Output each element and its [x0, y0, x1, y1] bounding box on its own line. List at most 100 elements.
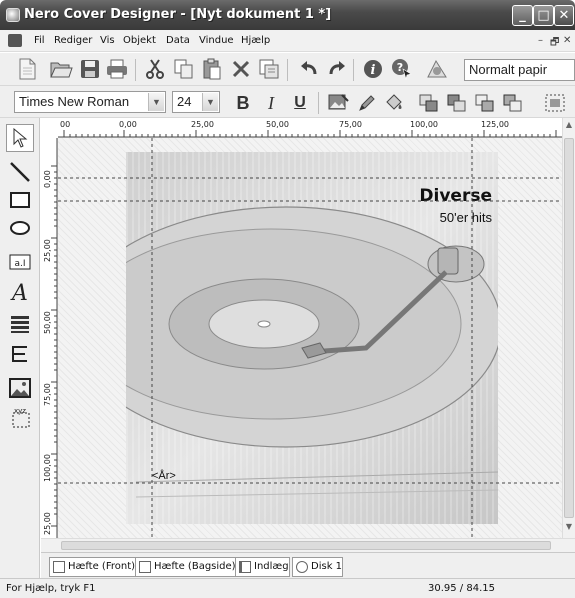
properties-icon[interactable]	[256, 56, 282, 82]
status-bar: For Hjælp, tryk F1 30.95 / 84.15	[0, 578, 575, 598]
ruler-label: 100,00	[43, 454, 52, 482]
mdi-restore-button[interactable]: 🗗	[550, 35, 559, 52]
toolbar-separator	[287, 59, 288, 81]
design-canvas[interactable]: Diverse 50'er hits <År>	[58, 138, 562, 538]
inlay-icon	[239, 561, 251, 573]
svg-text:A: A	[10, 281, 28, 303]
tab-label: Indlæg	[254, 561, 289, 572]
status-help-text: For Hjælp, tryk F1	[6, 583, 96, 594]
disc-icon	[296, 561, 308, 573]
document-menu-icon[interactable]	[8, 34, 22, 47]
redo-icon[interactable]	[324, 56, 350, 82]
tab-inlay[interactable]: Indlæg	[235, 557, 290, 577]
ruler-label: 25,00	[43, 512, 52, 535]
page-icon	[53, 561, 65, 573]
artistic-text-tool-icon[interactable]: A	[6, 278, 34, 306]
field-tool-icon[interactable]: xyz	[6, 404, 34, 432]
save-icon[interactable]	[77, 56, 103, 82]
scroll-up-icon[interactable]: ▲	[564, 120, 574, 130]
cover-part-tabs: Hæfte (Front) Hæfte (Bagside) Indlæg Dis…	[41, 552, 575, 578]
vertical-scroll-thumb[interactable]	[564, 138, 574, 518]
info-icon[interactable]: i	[360, 56, 386, 82]
svg-text:i: i	[371, 63, 376, 78]
cover-artwork[interactable]: Diverse 50'er hits <År>	[126, 152, 498, 524]
horizontal-scroll-thumb[interactable]	[61, 541, 551, 550]
menu-objekt[interactable]: Objekt	[123, 35, 156, 46]
close-button[interactable]: ✕	[554, 5, 574, 26]
delete-icon[interactable]	[228, 56, 254, 82]
fill-bucket-icon[interactable]	[381, 90, 407, 116]
tab-disc-1[interactable]: Disk 1	[292, 557, 344, 577]
cover-subtitle[interactable]: 50'er hits	[440, 210, 492, 225]
menu-hjaelp[interactable]: Hjælp	[241, 35, 270, 46]
standard-toolbar: i ? Normalt papir	[0, 53, 575, 86]
menu-data[interactable]: Data	[166, 35, 190, 46]
ruler-label: 25,00	[191, 120, 214, 129]
image-edit-icon[interactable]	[326, 90, 352, 116]
help-pointer-icon[interactable]: ?	[389, 56, 415, 82]
bold-button[interactable]: B	[231, 91, 255, 115]
font-family-select[interactable]: Times New Roman ▼	[14, 91, 166, 113]
paste-icon[interactable]	[199, 56, 225, 82]
chevron-down-icon[interactable]: ▼	[148, 93, 164, 111]
open-folder-icon[interactable]	[48, 56, 74, 82]
menu-fil[interactable]: Fil	[34, 35, 45, 46]
ruler-label: 75,00	[339, 120, 362, 129]
undo-icon[interactable]	[296, 56, 322, 82]
italic-button[interactable]: I	[259, 91, 283, 115]
send-backward-icon[interactable]	[500, 90, 526, 116]
ruler-label: 50,00	[43, 311, 52, 334]
nero-app-icon[interactable]	[6, 8, 20, 22]
font-family-value: Times New Roman	[19, 94, 130, 109]
cut-icon[interactable]	[142, 56, 168, 82]
mdi-minimize-button[interactable]: –	[538, 35, 543, 46]
paper-type-select[interactable]: Normalt papir	[464, 59, 575, 81]
pencil-icon[interactable]	[354, 90, 380, 116]
horizontal-scrollbar[interactable]	[41, 538, 575, 552]
menu-rediger[interactable]: Rediger	[54, 35, 92, 46]
scroll-down-icon[interactable]: ▼	[564, 522, 574, 532]
svg-text:?: ?	[397, 61, 403, 74]
line-tool-icon[interactable]	[6, 158, 34, 186]
turntable-image	[126, 152, 498, 524]
page-icon	[139, 561, 151, 573]
horizontal-ruler: 00 0,00 25,00 50,00 75,00 100,00 125,00	[58, 118, 562, 138]
ruler-label: 125,00	[481, 120, 509, 129]
chevron-down-icon[interactable]: ▼	[202, 93, 218, 111]
ruler-label: 50,00	[266, 120, 289, 129]
underline-button[interactable]: U	[288, 91, 312, 115]
svg-text:a.I: a.I	[14, 259, 25, 269]
mdi-close-button[interactable]: ✕	[563, 35, 571, 46]
tab-booklet-front[interactable]: Hæfte (Front)	[49, 557, 137, 577]
drawing-tools: a.I A xyz	[0, 118, 40, 578]
bring-to-front-icon[interactable]	[416, 90, 442, 116]
ellipse-tool-icon[interactable]	[6, 214, 34, 242]
menu-vindue[interactable]: Vindue	[199, 35, 234, 46]
menu-vis[interactable]: Vis	[100, 35, 115, 46]
rectangle-tool-icon[interactable]	[6, 186, 34, 214]
image-tool-icon[interactable]	[6, 374, 34, 402]
align-icon[interactable]	[542, 90, 568, 116]
font-size-select[interactable]: 24 ▼	[172, 91, 220, 113]
select-pointer-icon[interactable]	[6, 124, 34, 152]
new-document-icon[interactable]	[14, 56, 40, 82]
year-field[interactable]: <År>	[152, 470, 176, 482]
vertical-ruler: 0,00 25,00 50,00 75,00 100,00 25,00	[41, 138, 58, 538]
tab-label: Hæfte (Bagside)	[154, 561, 236, 572]
cover-title[interactable]: Diverse	[419, 186, 492, 206]
track-list-tool-icon[interactable]	[6, 340, 34, 368]
copy-icon[interactable]	[171, 56, 197, 82]
send-to-back-icon[interactable]	[444, 90, 470, 116]
paragraph-tool-icon[interactable]	[6, 310, 34, 338]
text-box-tool-icon[interactable]: a.I	[6, 248, 34, 276]
vertical-scrollbar[interactable]: ▲ ▼	[562, 118, 575, 538]
bring-forward-icon[interactable]	[472, 90, 498, 116]
ruler-label: 0,00	[119, 120, 137, 129]
tab-booklet-back[interactable]: Hæfte (Bagside)	[135, 557, 237, 577]
maximize-button[interactable]: □	[533, 5, 554, 26]
minimize-button[interactable]: _	[512, 5, 533, 26]
nero-logo-icon[interactable]	[424, 56, 450, 82]
tab-label: Disk 1	[311, 561, 343, 572]
ruler-label: 00	[60, 120, 71, 129]
print-icon[interactable]	[104, 56, 130, 82]
